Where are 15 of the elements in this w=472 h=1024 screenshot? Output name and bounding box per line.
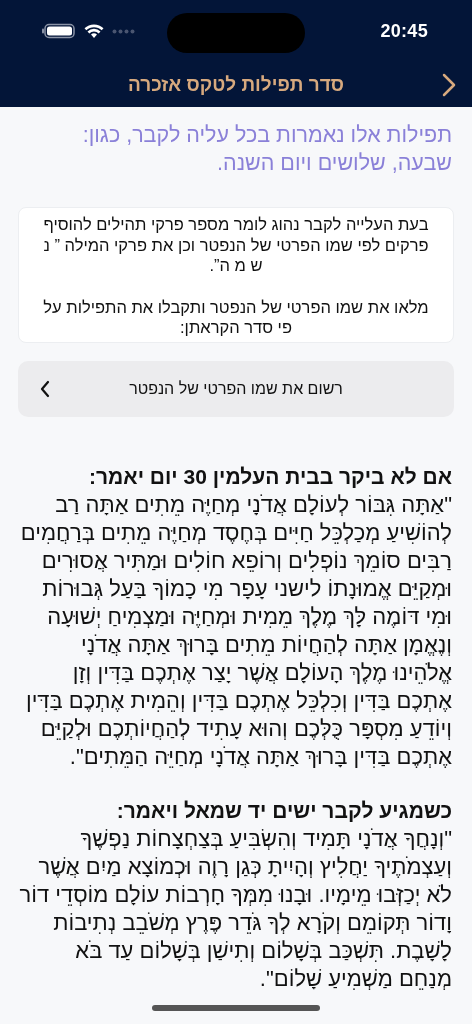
name-entry-button[interactable]: רשום את שמו הפרטי של הנפטר: [18, 360, 454, 417]
prayer-text: "וְנָחֲךָ אֲדֹנָי תָּמִיד וְהִשְׂבִּיעַ בְּצַחְצָחוֹת נַפְשֶׁךָ וְעַצְמֹתֶיךָ יַחֲלִיץ וְהָיִיתָ כְּגַן רָוֶה וּכְמוֹצָא מַיִם אֲשֶׁר לֹא יְכַזְּבוּ מֵימָיו. וּבָנוּ מִמְּךָ חָרְבוֹת עוֹלָם מוֹסְדֵי דוֹר וָדוֹר תְּקוֹמֵם וְקֹרָא לְךָ גֹּדֵר פֶּרֶץ מְשֹׁבֵב נְתִיבוֹת לָשָׁבֶת. תִּשְׁכַּב בְּשָׁלוֹם וְתִישַׁן בְּשָׁלוֹם עַד בֹּא מְנַחֵם מַשְׁמִיעַ שָׁלוֹם".: [18, 824, 452, 993]
signal-icon: [112, 28, 136, 34]
battery-icon: [42, 23, 76, 39]
chevron-icon: [40, 379, 50, 398]
clock-time: 20:45: [380, 20, 428, 42]
section-heading: אם לא ביקר בבית העלמין 30 יום יאמר:: [88, 463, 452, 490]
screen-title: סדר תפילות לטקס אזכרה: [128, 73, 344, 96]
back-button[interactable]: [442, 73, 456, 97]
intro-text: תפילות אלו נאמרות בכל עליה לקבר, כגון: שבעה, שלושים ויום השנה.: [81, 122, 452, 177]
info-paragraph: בעת העלייה לקבר נהוג לומר מספר פרקי תהילים להוסיף פרקים לפי שמו הפרטי של הנפטר וכן את פרקי המילה ” נ ש מ ה”.: [42, 214, 430, 276]
section-heading: כשמגיע לקבר ישים יד שמאל ויאמר:: [115, 797, 452, 824]
info-paragraph: מלאו את שמו הפרטי של הנפטר ותקבלו את התפילות על פי סדר הקראתן:: [42, 296, 430, 338]
prayer-text: "אַתָּה גִּבּוֹר לְעוֹלָם אֲדֹנָי מְחַיֶּה מֵתִים אַתָּה רַב לְהוֹשִׁיעַ מְכַלְכֵּל חַיִּים בְּחֶסֶד מְחַיֶּה מֵתִים בְּרַחֲמִים רַבִּים סוֹמֵךְ נוֹפְלִים וְרוֹפֵא חוֹלִים וּמַתִּיר אֲסוּרִים וּמְקַיֵּם אֱמוּנָתוֹ לישני עָפָר מִי כָמוֹךָ בַּעַל גְּבוּרוֹת וּמִי דּוֹמֶה לָּךְ מֶלֶךְ מֵמִית וּמְחַיֶּה וּמַצְמִיחַ יְשׁוּעָה וְנֶאֱמָן אַתָּה לְהַחֲיוֹת מֵתִים בָּרוּךְ אַתָּה אֲדֹנָי אֱלֹהֵינוּ מֶלֶךְ הָעוֹלָם אֲשֶׁר יָצַר אֶתְכֶם בַּדִּין וְזָן אֶתְכֶם בַּדִּין וְכִלְכֵּל אֶתְכֶם בַּדִּין וְהֵמִית אֶתְכֶם בַּדִּין וְיוֹדֵעַ מִסְפָּר כֻּלְּכֶם וְהוּא עָתִיד לְהַחֲיוֹתְכֶם וּלְקַיֵּם אֶתְכֶם בַּדִּין בָּרוּךְ אַתָּה אֲדֹנָי מְחַיֵּה הַמֵּתִים".: [19, 490, 452, 771]
wifi-icon: [84, 23, 104, 39]
